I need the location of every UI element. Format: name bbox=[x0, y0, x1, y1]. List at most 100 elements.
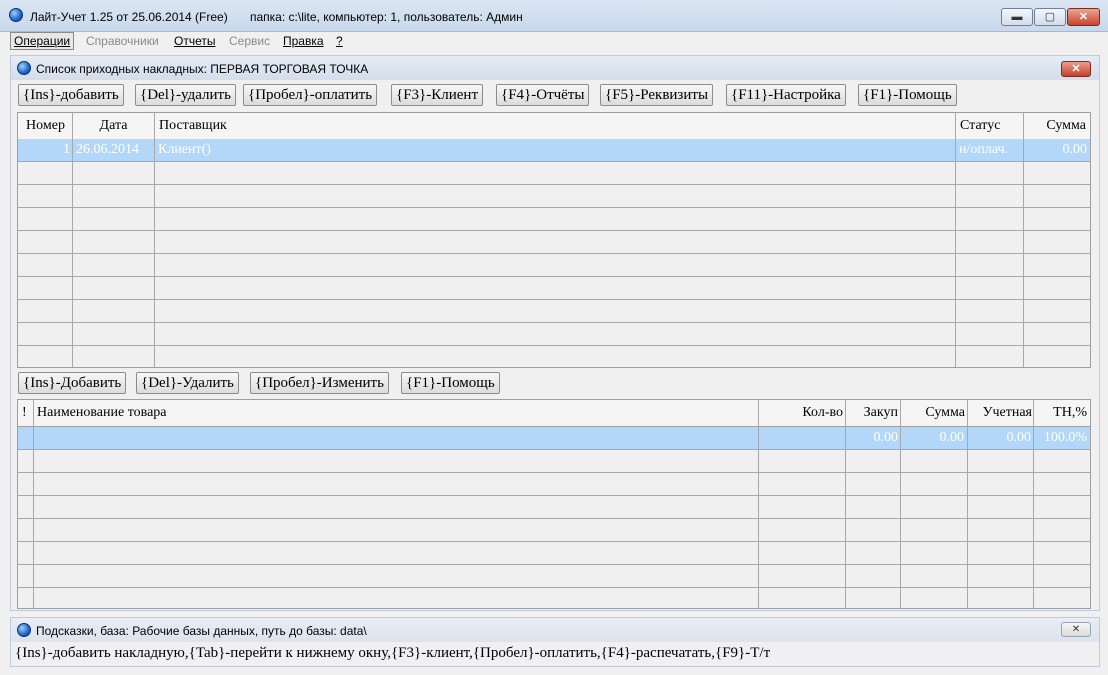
column-divider bbox=[758, 400, 759, 608]
items-help-button[interactable]: {F1}-Помощь bbox=[401, 372, 500, 394]
column-account-price[interactable]: Учетная bbox=[968, 400, 1034, 426]
add-invoice-button[interactable]: {Ins}-добавить bbox=[18, 84, 124, 106]
hints-close-button[interactable]: ✕ bbox=[1061, 622, 1091, 637]
column-divider bbox=[154, 113, 155, 367]
cell-markup[interactable]: 100.0% bbox=[1034, 427, 1090, 449]
menu-reports[interactable]: Отчеты bbox=[171, 33, 218, 49]
menu-edit[interactable]: Правка bbox=[280, 33, 327, 49]
table-row[interactable] bbox=[18, 185, 1090, 208]
column-number[interactable]: Номер bbox=[18, 113, 73, 139]
cell-account-price[interactable]: 0.00 bbox=[968, 427, 1034, 449]
cell-status[interactable]: н/оплач. bbox=[956, 139, 1024, 161]
help-button[interactable]: {F1}-Помощь bbox=[858, 84, 957, 106]
globe-icon bbox=[9, 8, 23, 22]
menu-references-label: Справочники bbox=[86, 34, 159, 48]
close-icon: ✕ bbox=[1071, 63, 1081, 75]
pay-invoice-button[interactable]: {Пробел}-оплатить bbox=[243, 84, 378, 106]
column-divider bbox=[955, 113, 956, 367]
menu-help[interactable]: ? bbox=[333, 33, 346, 49]
invoice-list-window: Список приходных накладных: ПЕРВАЯ ТОРГО… bbox=[10, 55, 1100, 611]
cell-item-sum[interactable]: 0.00 bbox=[901, 427, 967, 449]
table-row[interactable] bbox=[18, 208, 1090, 231]
cell-date[interactable]: 26.06.2014 bbox=[73, 139, 154, 161]
window-titlebar[interactable]: Лайт-Учет 1.25 от 25.06.2014 (Free) папк… bbox=[0, 0, 1108, 32]
table-row[interactable] bbox=[18, 277, 1090, 300]
table-row[interactable] bbox=[18, 588, 1090, 608]
column-status[interactable]: Статус bbox=[960, 113, 1020, 139]
table-row[interactable] bbox=[18, 565, 1090, 588]
invoice-window-titlebar[interactable]: Список приходных накладных: ПЕРВАЯ ТОРГО… bbox=[11, 56, 1099, 80]
add-item-button[interactable]: {Ins}-Добавить bbox=[18, 372, 127, 394]
menu-operations-label: Операции bbox=[14, 34, 71, 48]
close-button[interactable]: ✕ bbox=[1067, 8, 1100, 26]
column-sum[interactable]: Сумма bbox=[1024, 113, 1088, 139]
maximize-icon: ▢ bbox=[1044, 11, 1056, 23]
items-table[interactable]: ! Наименование товара Кол-во Закуп Сумма… bbox=[17, 399, 1091, 609]
table-row[interactable] bbox=[18, 346, 1090, 367]
table-row[interactable] bbox=[18, 323, 1090, 346]
menu-operations[interactable]: Операции bbox=[10, 32, 75, 50]
table-row[interactable] bbox=[18, 496, 1090, 519]
requisites-button[interactable]: {F5}-Реквизиты bbox=[600, 84, 714, 106]
delete-item-button[interactable]: {Del}-Удалить bbox=[136, 372, 239, 394]
hints-window-titlebar[interactable]: Подсказки, база: Рабочие базы данных, пу… bbox=[11, 618, 1099, 642]
column-purchase[interactable]: Закуп bbox=[846, 400, 900, 426]
close-icon: ✕ bbox=[1071, 624, 1081, 635]
table-row[interactable] bbox=[18, 450, 1090, 473]
column-divider bbox=[1023, 113, 1024, 367]
cell-flag[interactable] bbox=[18, 427, 33, 449]
cell-number[interactable]: 1 bbox=[18, 139, 73, 161]
table-row[interactable] bbox=[18, 542, 1090, 565]
column-item-sum[interactable]: Сумма bbox=[901, 400, 967, 426]
table-row[interactable] bbox=[18, 231, 1090, 254]
delete-invoice-button[interactable]: {Del}-удалить bbox=[135, 84, 236, 106]
invoice-window-close-button[interactable]: ✕ bbox=[1061, 61, 1091, 77]
hints-window: Подсказки, база: Рабочие базы данных, пу… bbox=[10, 617, 1100, 667]
hints-window-title: Подсказки, база: Рабочие базы данных, пу… bbox=[36, 624, 367, 638]
edit-item-button[interactable]: {Пробел}-Изменить bbox=[250, 372, 389, 394]
close-icon: ✕ bbox=[1078, 11, 1089, 23]
column-divider bbox=[1033, 400, 1034, 608]
invoice-table-header: Номер Дата Поставщик Статус Сумма bbox=[18, 113, 1090, 140]
column-divider bbox=[900, 400, 901, 608]
minimize-button[interactable]: ▬ bbox=[1001, 8, 1033, 26]
table-row[interactable] bbox=[18, 519, 1090, 542]
column-item-name[interactable]: Наименование товара bbox=[37, 400, 737, 426]
column-divider bbox=[33, 400, 34, 608]
column-quantity[interactable]: Кол-во bbox=[760, 400, 845, 426]
cell-purchase[interactable]: 0.00 bbox=[846, 427, 901, 449]
menu-reports-label: Отчеты bbox=[174, 34, 216, 48]
globe-icon bbox=[17, 61, 31, 75]
minimize-icon: ▬ bbox=[1011, 11, 1023, 23]
column-markup[interactable]: ТН,% bbox=[1034, 400, 1089, 426]
cell-quantity[interactable] bbox=[759, 427, 845, 449]
table-row[interactable]: 0.00 0.00 0.00 100.0% bbox=[18, 427, 1090, 450]
table-row[interactable]: 1 26.06.2014 Клиент() н/оплач. 0.00 bbox=[18, 139, 1090, 162]
menu-references[interactable]: Справочники bbox=[83, 33, 162, 49]
menu-service-label: Сервис bbox=[229, 34, 271, 48]
column-supplier[interactable]: Поставщик bbox=[159, 113, 949, 139]
cell-sum[interactable]: 0.00 bbox=[1024, 139, 1090, 161]
menu-edit-label: Правка bbox=[283, 34, 324, 48]
settings-button[interactable]: {F11}-Настройка bbox=[726, 84, 846, 106]
invoice-table[interactable]: Номер Дата Поставщик Статус Сумма 1 26.0… bbox=[17, 112, 1091, 368]
window-title: Лайт-Учет 1.25 от 25.06.2014 (Free) bbox=[30, 10, 228, 24]
table-row[interactable] bbox=[18, 300, 1090, 323]
table-row[interactable] bbox=[18, 473, 1090, 496]
table-row[interactable] bbox=[18, 254, 1090, 277]
client-button[interactable]: {F3}-Клиент bbox=[391, 84, 483, 106]
cell-supplier[interactable]: Клиент() bbox=[155, 139, 955, 161]
menu-service[interactable]: Сервис bbox=[226, 33, 273, 49]
window-info: папка: c:\lite, компьютер: 1, пользовате… bbox=[250, 10, 523, 24]
menu-help-label: ? bbox=[336, 34, 343, 48]
table-row[interactable] bbox=[18, 162, 1090, 185]
column-divider bbox=[72, 113, 73, 367]
column-date[interactable]: Дата bbox=[73, 113, 154, 139]
menu-bar: Операции Справочники Отчеты Сервис Правк… bbox=[0, 31, 1108, 51]
reports-button[interactable]: {F4}-Отчёты bbox=[496, 84, 590, 106]
cell-item-name[interactable] bbox=[33, 427, 758, 449]
column-divider bbox=[845, 400, 846, 608]
items-table-header: ! Наименование товара Кол-во Закуп Сумма… bbox=[18, 400, 1090, 427]
column-divider bbox=[967, 400, 968, 608]
maximize-button[interactable]: ▢ bbox=[1034, 8, 1066, 26]
